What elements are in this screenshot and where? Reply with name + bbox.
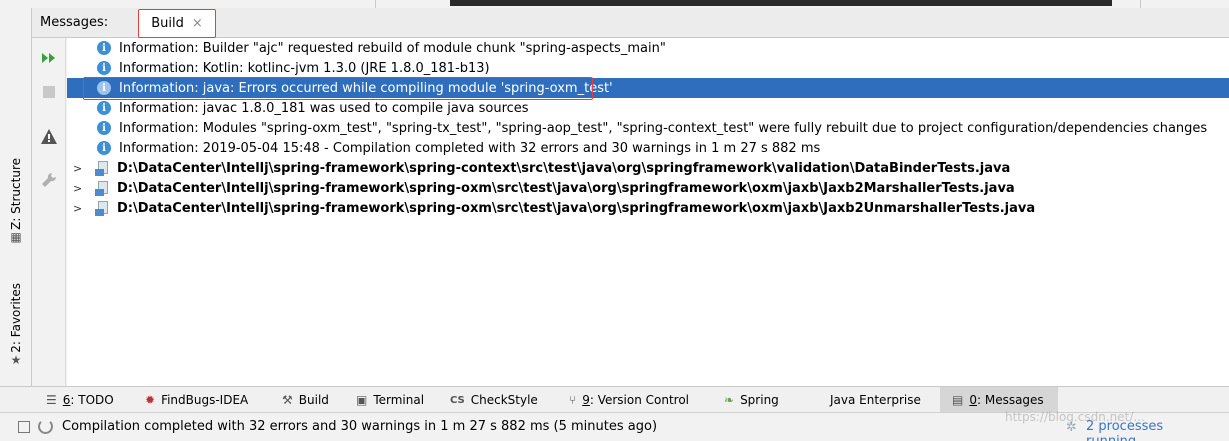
terminal-icon: ▣ — [356, 393, 368, 407]
message-text: Information: Kotlin: kotlinc-jvm 1.3.0 (… — [119, 60, 490, 76]
messages-tree[interactable]: i Information: Builder "ajc" requested r… — [67, 38, 1229, 386]
chevron-right-icon[interactable]: > — [73, 162, 83, 175]
editor-dark-area — [450, 0, 1112, 6]
tab-build[interactable]: Build × — [138, 9, 216, 38]
tool-window-bar: ☰ 6: TODO ✹ FindBugs-IDEA ⚒ Build ▣ Term… — [0, 386, 1229, 413]
tab-spring-label: Spring — [740, 393, 779, 407]
info-icon: i — [97, 61, 111, 75]
status-message: Compilation completed with 32 errors and… — [62, 419, 658, 434]
stop-icon — [43, 86, 55, 98]
file-path: D:\DataCenter\Intellj\spring-framework\s… — [117, 160, 1011, 176]
tab-messages-label: 0: Messages — [969, 393, 1044, 407]
tab-java-enterprise[interactable]: Java Enterprise — [830, 387, 921, 413]
tab-findbugs-label: FindBugs-IDEA — [161, 393, 249, 407]
messages-title: Messages: — [40, 15, 109, 30]
info-icon: i — [97, 101, 111, 115]
tab-terminal[interactable]: ▣ Terminal — [356, 387, 424, 413]
play-double-icon — [42, 53, 55, 63]
tab-version-control[interactable]: ⑂ 9: Version Control — [569, 387, 689, 413]
message-text: Information: java: Errors occurred while… — [119, 80, 613, 96]
tab-java-enterprise-label: Java Enterprise — [830, 393, 921, 407]
left-tool-stripe: Z: Structure ▦ 2: Favorites ★ — [0, 8, 32, 386]
editor-top-strip — [0, 0, 1229, 8]
list-item[interactable]: i Information: Modules "spring-oxm_test"… — [67, 118, 1229, 138]
favorites-tab-label: 2: Favorites — [9, 283, 23, 353]
tab-checkstyle[interactable]: CS CheckStyle — [450, 387, 538, 413]
chevron-right-icon[interactable]: > — [73, 182, 83, 195]
leaf-icon: ❧ — [724, 393, 735, 407]
structure-tool-tab[interactable]: Z: Structure ▦ — [5, 158, 27, 244]
list-item[interactable]: i Information: 2019-05-04 15:48 - Compil… — [67, 138, 1229, 158]
tab-terminal-label: Terminal — [373, 393, 425, 407]
divider — [1140, 0, 1141, 8]
file-path: D:\DataCenter\Intellj\spring-framework\s… — [117, 200, 1036, 216]
tab-build-window-label: Build — [298, 393, 329, 407]
checkstyle-icon: CS — [450, 394, 465, 406]
stop-button[interactable] — [39, 82, 59, 102]
refresh-icon — [38, 419, 53, 434]
file-tree-node[interactable]: > D:\DataCenter\Intellj\spring-framework… — [67, 178, 1229, 198]
tab-version-control-label: 9: Version Control — [582, 393, 690, 407]
tab-todo[interactable]: ☰ 6: TODO — [46, 387, 114, 413]
messages-header: Messages: Build × — [32, 8, 1229, 38]
star-icon: ★ — [10, 352, 22, 367]
toggle-tool-windows-icon[interactable] — [18, 421, 30, 433]
tab-build-window[interactable]: ⚒ Build — [282, 387, 329, 413]
messages-icon: ▤ — [952, 393, 964, 407]
tab-build-label: Build — [151, 16, 184, 31]
rerun-button[interactable] — [39, 48, 59, 68]
message-text: Information: javac 1.8.0_181 was used to… — [119, 100, 529, 116]
close-icon[interactable]: × — [192, 16, 203, 31]
file-path: D:\DataCenter\Intellj\spring-framework\s… — [117, 180, 1015, 196]
list-item[interactable]: i Information: javac 1.8.0_181 was used … — [67, 98, 1229, 118]
java-test-file-icon — [95, 200, 111, 216]
structure-tab-label: Z: Structure — [9, 158, 23, 230]
hammer-icon: ⚒ — [282, 393, 293, 407]
ide-window: Z: Structure ▦ 2: Favorites ★ Messages: … — [0, 0, 1229, 441]
info-icon: i — [97, 81, 111, 95]
message-text: Information: 2019-05-04 15:48 - Compilat… — [119, 140, 821, 156]
list-item-selected[interactable]: i Information: java: Errors occurred whi… — [67, 78, 1229, 98]
structure-icon: ▦ — [10, 229, 22, 244]
vcs-icon: ⑂ — [569, 393, 577, 407]
file-tree-node[interactable]: > D:\DataCenter\Intellj\spring-framework… — [67, 198, 1229, 218]
messages-toolbar — [32, 38, 66, 386]
tab-todo-label: 6: TODO — [62, 393, 114, 407]
message-text: Information: Modules "spring-oxm_test", … — [119, 120, 1208, 136]
file-tree-node[interactable]: > D:\DataCenter\Intellj\spring-framework… — [67, 158, 1229, 178]
message-text: Information: Builder "ajc" requested reb… — [119, 40, 666, 56]
info-icon: i — [97, 121, 111, 135]
divider — [375, 0, 376, 8]
list-item[interactable]: i Information: Kotlin: kotlinc-jvm 1.3.0… — [67, 58, 1229, 78]
list-icon: ☰ — [46, 393, 57, 407]
chevron-right-icon[interactable]: > — [73, 202, 83, 215]
show-warnings-button[interactable] — [39, 126, 59, 146]
settings-button[interactable] — [39, 170, 59, 190]
watermark: https://blog.csdn.net/... — [1005, 410, 1145, 424]
wrench-icon — [42, 172, 57, 187]
info-icon: i — [97, 41, 111, 55]
java-test-file-icon — [95, 180, 111, 196]
java-test-file-icon — [95, 160, 111, 176]
info-icon: i — [97, 141, 111, 155]
bug-icon: ✹ — [145, 393, 156, 407]
tab-findbugs[interactable]: ✹ FindBugs-IDEA — [145, 387, 248, 413]
list-item[interactable]: i Information: Builder "ajc" requested r… — [67, 38, 1229, 58]
favorites-tool-tab[interactable]: 2: Favorites ★ — [5, 283, 27, 367]
warning-icon — [41, 128, 57, 144]
tab-checkstyle-label: CheckStyle — [470, 393, 538, 407]
tab-spring[interactable]: ❧ Spring — [724, 387, 779, 413]
